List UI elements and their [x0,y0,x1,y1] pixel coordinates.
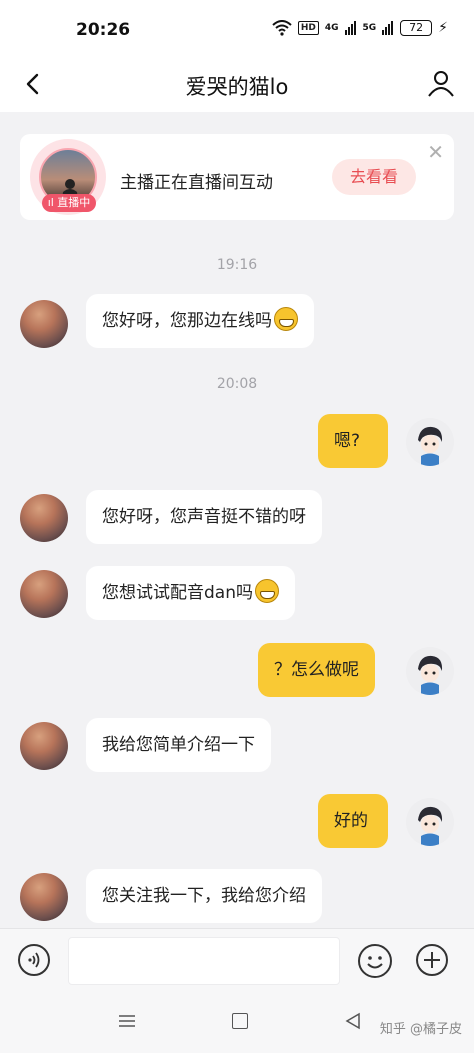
system-nav-bar: 知乎 @橘子皮 [0,996,474,1053]
message-text: 您关注我一下，我给您介绍 [102,886,306,906]
sender-avatar[interactable] [20,873,68,921]
my-avatar[interactable] [406,418,454,466]
plus-icon[interactable] [416,944,448,976]
message-row: 您想试试配音dan吗 [0,566,474,626]
timestamp: 19:16 [216,257,258,273]
message-text: 您好呀，您那边在线吗 [102,311,272,331]
live-status-text: 主播正在直播间互动 [120,173,273,193]
message-row: 您好呀，您那边在线吗 [0,294,474,354]
message-bubble[interactable]: 您想试试配音dan吗 [86,566,295,620]
charging-icon: ⚡ [438,20,448,36]
message-bubble[interactable]: ？怎么做呢 [258,643,375,697]
go-watch-button[interactable]: 去看看 [332,159,416,195]
message-text: ？怎么做呢 [274,660,359,680]
sender-avatar[interactable] [20,300,68,348]
message-text: 嗯? [334,431,361,451]
timestamp: 20:08 [216,376,258,392]
watermark: 知乎 @橘子皮 [379,1022,462,1037]
message-text: 我给您简单介绍一下 [102,735,255,755]
status-icons: HD 4G 5G 72 ⚡ [272,20,448,36]
nav-menu-icon[interactable] [118,1012,136,1030]
grin-emoji-icon [254,579,279,603]
emoji-icon[interactable] [358,944,392,978]
sender-avatar[interactable] [20,570,68,618]
message-bubble[interactable]: 您好呀，您声音挺不错的呀 [86,490,322,544]
grin-emoji-icon [274,307,298,331]
message-bubble[interactable]: 好的 [318,794,388,848]
input-bar [0,928,474,996]
status-bar: 20:26 HD 4G 5G 72 ⚡ [0,0,474,58]
message-bubble[interactable]: 您好呀，您那边在线吗 [86,294,314,348]
profile-icon[interactable] [426,68,456,98]
sender-avatar[interactable] [20,722,68,770]
signal-bars-icon [382,21,394,35]
close-icon[interactable]: ✕ [427,140,444,164]
signal-5g-icon: 5G [362,23,377,33]
page-title: 爱哭的猫lo [185,75,289,99]
battery-indicator: 72 [400,20,433,36]
message-row: 您关注我一下，我给您介绍 [0,869,474,929]
live-bars-icon: ıl [47,196,58,209]
message-row: 您好呀，您声音挺不错的呀 [0,490,474,550]
sender-avatar[interactable] [20,494,68,542]
status-time: 20:26 [76,20,131,40]
message-row: 嗯? [0,414,474,474]
message-input[interactable] [68,937,340,985]
message-bubble[interactable]: 嗯? [318,414,388,468]
message-text: 您好呀，您声音挺不错的呀 [102,507,306,527]
wifi-icon [272,20,292,36]
message-bubble[interactable]: 您关注我一下，我给您介绍 [86,869,322,923]
message-text: 您想试试配音dan吗 [102,583,253,603]
message-row: 好的 [0,794,474,854]
message-row: 我给您简单介绍一下 [0,718,474,778]
my-avatar[interactable] [406,798,454,846]
message-text: 好的 [334,811,368,831]
signal-4g-icon: 4G [324,23,339,33]
message-row: ？怎么做呢 [0,643,474,703]
my-avatar[interactable] [406,647,454,695]
nav-home-icon[interactable] [232,1013,248,1029]
nav-back-icon[interactable] [344,1012,362,1030]
voice-icon[interactable] [18,944,50,976]
message-bubble[interactable]: 我给您简单介绍一下 [86,718,271,772]
live-badge: ıl 直播中 [42,194,96,212]
signal-bars-icon [344,21,356,35]
live-stream-card[interactable]: ıl 直播中 主播正在直播间互动 去看看 ✕ [20,134,454,220]
live-badge-label: 直播中 [57,196,91,209]
chat-header: 爱哭的猫lo [0,58,474,112]
hd-icon: HD [297,21,319,35]
